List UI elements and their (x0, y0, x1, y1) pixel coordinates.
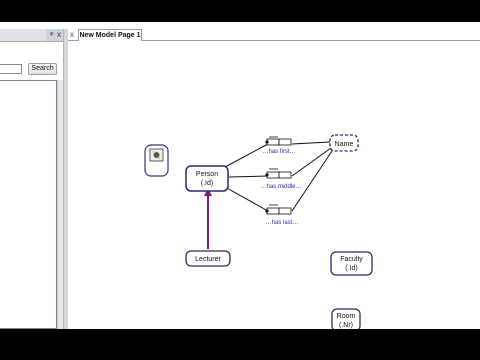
entity-faculty-name: Faculty (340, 256, 363, 263)
results-list[interactable] (0, 80, 57, 329)
model-browser-panel: ᵠ x Search (0, 29, 63, 329)
entity-faculty-ref: (.Id) (345, 265, 357, 272)
connector-person-first (224, 143, 269, 168)
orm-diagram[interactable]: Person (.Id) …has first… …has middle… …h… (68, 41, 480, 329)
fact-type-middle[interactable]: …has middle… (260, 168, 302, 190)
entity-lecturer[interactable]: Lecturer (185, 250, 231, 267)
tab-new-model-page-1[interactable]: New Model Page 1 (78, 29, 142, 41)
entity-lecturer-name: Lecturer (195, 256, 221, 263)
connector-last-name (291, 147, 335, 212)
connector-person-last (224, 186, 269, 212)
entity-person-ref: (.Id) (201, 180, 213, 187)
model-canvas[interactable]: Person (.Id) …has first… …has middle… …h… (68, 41, 480, 329)
fact-reading-first: …has first… (262, 149, 295, 155)
connector-first-name (291, 141, 331, 145)
panel-title (0, 29, 46, 41)
entity-room-ref: (.Nr) (339, 322, 353, 329)
connector-person-middle (228, 175, 269, 178)
value-type-name[interactable]: Name (329, 134, 359, 152)
fact-reading-last: …has last… (266, 220, 299, 226)
fact-type-first[interactable]: …has first… (262, 136, 296, 155)
pin-icon[interactable]: ᵠ (50, 29, 54, 41)
entity-room-name: Room (337, 313, 356, 320)
panel-titlebar: ᵠ x (0, 29, 63, 42)
entity-room[interactable]: Room (.Nr) (331, 308, 361, 329)
entity-faculty[interactable]: Faculty (.Id) (330, 251, 373, 276)
document-tab-strip: x New Model Page 1 (68, 29, 480, 41)
fact-reading-middle: …has middle… (260, 184, 301, 190)
value-type-name-label: Name (335, 141, 354, 148)
panel-close-icon[interactable]: x (57, 29, 61, 41)
search-button[interactable]: Search (28, 63, 57, 75)
entity-person-name: Person (196, 171, 218, 178)
model-note-icon[interactable] (144, 144, 169, 177)
tab-close-icon[interactable]: x (70, 29, 74, 41)
application-window: ᵠ x Search x New Model Page 1 Person (.I… (0, 22, 480, 329)
entity-person[interactable]: Person (.Id) (185, 165, 229, 192)
search-input[interactable] (0, 64, 22, 74)
